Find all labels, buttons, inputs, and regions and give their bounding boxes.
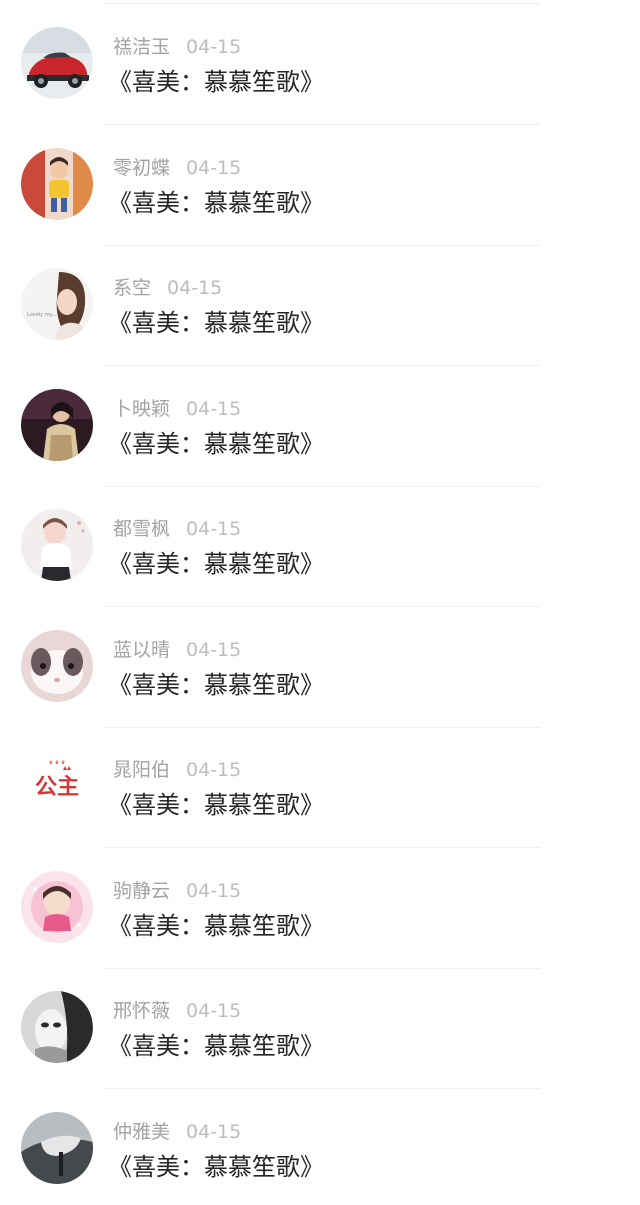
svg-text:Lovely my...: Lovely my... bbox=[27, 312, 57, 318]
user-name[interactable]: 邢怀薇 bbox=[113, 1000, 170, 1022]
post-date: 04-15 bbox=[186, 639, 241, 661]
user-name[interactable]: 晁阳伯 bbox=[113, 759, 170, 781]
item-meta: 晁阳伯 04-15 bbox=[113, 757, 241, 783]
post-date: 04-15 bbox=[186, 759, 241, 781]
item-meta: 蓝以晴 04-15 bbox=[113, 637, 241, 663]
list-item[interactable]: 蓝以晴 04-15 《喜美：慕慕笙歌》 bbox=[0, 603, 640, 724]
user-name[interactable]: 卜映颖 bbox=[113, 398, 170, 420]
list-item[interactable]: 仲雅美 04-15 《喜美：慕慕笙歌》 bbox=[0, 1085, 640, 1205]
avatar[interactable] bbox=[21, 991, 93, 1063]
user-name[interactable]: 仲雅美 bbox=[113, 1121, 170, 1143]
user-name[interactable]: 系空 bbox=[113, 277, 151, 299]
post-title[interactable]: 《喜美：慕慕笙歌》 bbox=[108, 428, 324, 460]
user-name[interactable]: 禚洁玉 bbox=[113, 36, 170, 58]
post-title[interactable]: 《喜美：慕慕笙歌》 bbox=[108, 66, 324, 98]
list-item[interactable]: 驹静云 04-15 《喜美：慕慕笙歌》 bbox=[0, 844, 640, 965]
item-meta: 驹静云 04-15 bbox=[113, 878, 241, 904]
post-date: 04-15 bbox=[167, 277, 222, 299]
user-name[interactable]: 驹静云 bbox=[113, 880, 170, 902]
grey-hand-avatar bbox=[21, 1112, 93, 1184]
post-date: 04-15 bbox=[186, 880, 241, 902]
svg-text:♛ ♛ ♛: ♛ ♛ ♛ bbox=[49, 760, 66, 766]
list-item[interactable]: 卜映颖 04-15 《喜美：慕慕笙歌》 bbox=[0, 362, 640, 483]
item-meta: 卜映颖 04-15 bbox=[113, 396, 241, 422]
masked-figure-avatar bbox=[21, 991, 93, 1063]
post-title[interactable]: 《喜美：慕慕笙歌》 bbox=[108, 187, 324, 219]
post-title[interactable]: 《喜美：慕慕笙歌》 bbox=[108, 1151, 324, 1183]
girl-portrait-avatar: Lovely my... bbox=[21, 268, 93, 340]
list-item[interactable]: Lovely my... 系空 04-15 《喜美：慕慕笙歌》 bbox=[0, 241, 640, 362]
post-title[interactable]: 《喜美：慕慕笙歌》 bbox=[108, 1030, 324, 1062]
little-girl-avatar bbox=[21, 509, 93, 581]
post-title[interactable]: 《喜美：慕慕笙歌》 bbox=[108, 669, 324, 701]
comment-feed: 禚洁玉 04-15 《喜美：慕慕笙歌》 零初蝶 04-15 《喜美：慕慕笙歌》 bbox=[0, 0, 640, 1201]
post-date: 04-15 bbox=[186, 36, 241, 58]
post-title[interactable]: 《喜美：慕慕笙歌》 bbox=[108, 789, 324, 821]
item-meta: 邢怀薇 04-15 bbox=[113, 998, 241, 1024]
pink-baby-avatar bbox=[21, 871, 93, 943]
list-item[interactable]: 邢怀薇 04-15 《喜美：慕慕笙歌》 bbox=[0, 964, 640, 1085]
avatar[interactable] bbox=[21, 1112, 93, 1184]
item-meta: 系空 04-15 bbox=[113, 275, 222, 301]
red-sports-car-avatar bbox=[21, 27, 93, 99]
avatar[interactable] bbox=[21, 630, 93, 702]
princess-text-avatar: ♛ ♛ ♛ 公主 bbox=[21, 750, 93, 822]
avatar[interactable] bbox=[21, 389, 93, 461]
list-item[interactable]: ♛ ♛ ♛ 公主 晁阳伯 04-15 《喜美：慕慕笙歌》 bbox=[0, 723, 640, 844]
post-date: 04-15 bbox=[186, 1121, 241, 1143]
user-name[interactable]: 都雪枫 bbox=[113, 518, 170, 540]
avatar[interactable]: ♛ ♛ ♛ 公主 bbox=[21, 750, 93, 822]
item-meta: 仲雅美 04-15 bbox=[113, 1119, 241, 1145]
list-item[interactable]: 禚洁玉 04-15 《喜美：慕慕笙歌》 bbox=[0, 0, 640, 121]
item-meta: 都雪枫 04-15 bbox=[113, 516, 241, 542]
post-title[interactable]: 《喜美：慕慕笙歌》 bbox=[108, 910, 324, 942]
white-rabbit-avatar bbox=[21, 630, 93, 702]
post-date: 04-15 bbox=[186, 518, 241, 540]
post-title[interactable]: 《喜美：慕慕笙歌》 bbox=[108, 307, 324, 339]
post-date: 04-15 bbox=[186, 1000, 241, 1022]
child-in-yellow-avatar bbox=[21, 148, 93, 220]
woman-dark-photo-avatar bbox=[21, 389, 93, 461]
avatar[interactable] bbox=[21, 871, 93, 943]
list-item[interactable]: 都雪枫 04-15 《喜美：慕慕笙歌》 bbox=[0, 482, 640, 603]
post-title[interactable]: 《喜美：慕慕笙歌》 bbox=[108, 548, 324, 580]
user-name[interactable]: 零初蝶 bbox=[113, 157, 170, 179]
avatar[interactable] bbox=[21, 27, 93, 99]
post-date: 04-15 bbox=[186, 157, 241, 179]
list-item[interactable]: 零初蝶 04-15 《喜美：慕慕笙歌》 bbox=[0, 121, 640, 242]
svg-text:公主: 公主 bbox=[35, 775, 79, 800]
post-date: 04-15 bbox=[186, 398, 241, 420]
item-meta: 禚洁玉 04-15 bbox=[113, 34, 241, 60]
avatar[interactable] bbox=[21, 148, 93, 220]
avatar[interactable] bbox=[21, 509, 93, 581]
item-meta: 零初蝶 04-15 bbox=[113, 155, 241, 181]
user-name[interactable]: 蓝以晴 bbox=[113, 639, 170, 661]
avatar[interactable]: Lovely my... bbox=[21, 268, 93, 340]
